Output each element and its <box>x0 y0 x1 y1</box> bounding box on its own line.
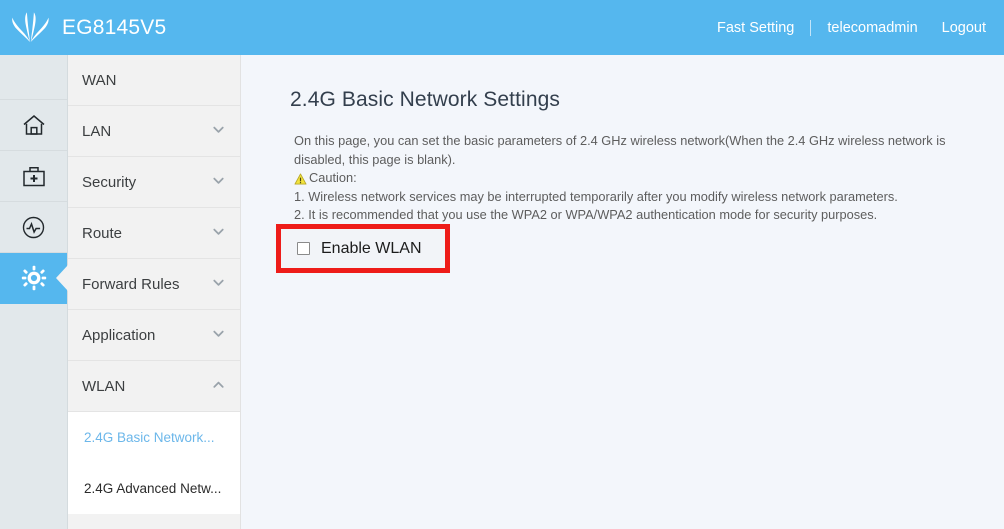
chevron-down-icon <box>211 173 226 192</box>
toolbox-icon <box>22 165 46 188</box>
main-content: 2.4G Basic Network Settings On this page… <box>241 55 1004 529</box>
menu-item-label: Security <box>82 173 137 191</box>
enable-wlan-checkbox[interactable] <box>297 242 310 255</box>
header-actions: Fast Setting telecomadmin Logout <box>717 0 986 55</box>
menu-item-label: WAN <box>82 71 117 89</box>
caution-label: Caution: <box>309 170 357 185</box>
chevron-down-icon <box>211 122 226 141</box>
menu-item-wlan[interactable]: WLAN <box>68 361 240 412</box>
description-line-1: On this page, you can set the basic para… <box>294 133 946 148</box>
caution-item-1: 1. Wireless network services may be inte… <box>294 188 898 204</box>
rail-item-home[interactable] <box>0 100 67 151</box>
rail-top-spacer <box>0 55 67 100</box>
chevron-down-icon <box>211 275 226 294</box>
menu-item-route[interactable]: Route <box>68 208 240 259</box>
huawei-flower-logo-icon <box>10 11 52 45</box>
submenu-item-label: 2.4G Basic Network... <box>84 430 215 445</box>
menu-item-label: Forward Rules <box>82 275 180 293</box>
rail-item-settings[interactable] <box>0 253 68 304</box>
menu-item-wan[interactable]: WAN <box>68 55 240 106</box>
rail-item-diagnose[interactable] <box>0 202 67 253</box>
chevron-up-icon <box>211 377 226 396</box>
header-divider <box>810 19 812 36</box>
gear-icon <box>21 265 47 291</box>
chevron-down-icon <box>211 326 226 345</box>
app-header: EG8145V5 Fast Setting telecomadmin Logou… <box>0 0 1004 55</box>
enable-wlan-row[interactable]: Enable WLAN <box>281 229 445 268</box>
fast-setting-link[interactable]: Fast Setting <box>717 20 794 36</box>
menu-item-label: WLAN <box>82 377 126 395</box>
enable-wlan-label: Enable WLAN <box>321 239 422 257</box>
enable-wlan-highlight: Enable WLAN <box>276 224 450 273</box>
menu-item-label: LAN <box>82 122 112 140</box>
active-rail-pointer <box>56 265 68 291</box>
submenu-item-24g-basic[interactable]: 2.4G Basic Network... <box>68 412 240 463</box>
diagnose-icon <box>21 215 46 240</box>
wlan-submenu: 2.4G Basic Network... 2.4G Advanced Netw… <box>68 412 240 514</box>
home-icon <box>21 113 47 137</box>
menu-item-lan[interactable]: LAN <box>68 106 240 157</box>
chevron-down-icon <box>211 224 226 243</box>
page-title: 2.4G Basic Network Settings <box>290 88 560 111</box>
warning-triangle-icon <box>294 172 307 185</box>
menu-item-application[interactable]: Application <box>68 310 240 361</box>
page-description: On this page, you can set the basic para… <box>294 132 994 225</box>
caution-item-2: 2. It is recommended that you use the WP… <box>294 207 878 222</box>
brand: EG8145V5 <box>10 0 166 55</box>
settings-menu: WAN LAN Security Route Forward Rules App… <box>68 55 241 529</box>
menu-item-security[interactable]: Security <box>68 157 240 208</box>
rail-item-maintenance[interactable] <box>0 151 67 202</box>
description-line-2: disabled, this page is blank). <box>294 151 456 167</box>
submenu-item-label: 2.4G Advanced Netw... <box>84 481 222 496</box>
icon-rail <box>0 55 68 529</box>
router-web-ui: EG8145V5 Fast Setting telecomadmin Logou… <box>0 0 1004 529</box>
logout-link[interactable]: Logout <box>942 20 986 36</box>
menu-item-label: Application <box>82 326 156 344</box>
submenu-item-24g-advanced[interactable]: 2.4G Advanced Netw... <box>68 463 240 514</box>
menu-item-label: Route <box>82 224 123 242</box>
caution-heading: Caution: <box>294 169 994 188</box>
current-user-label[interactable]: telecomadmin <box>827 20 917 36</box>
menu-item-forward-rules[interactable]: Forward Rules <box>68 259 240 310</box>
device-model: EG8145V5 <box>62 15 167 39</box>
